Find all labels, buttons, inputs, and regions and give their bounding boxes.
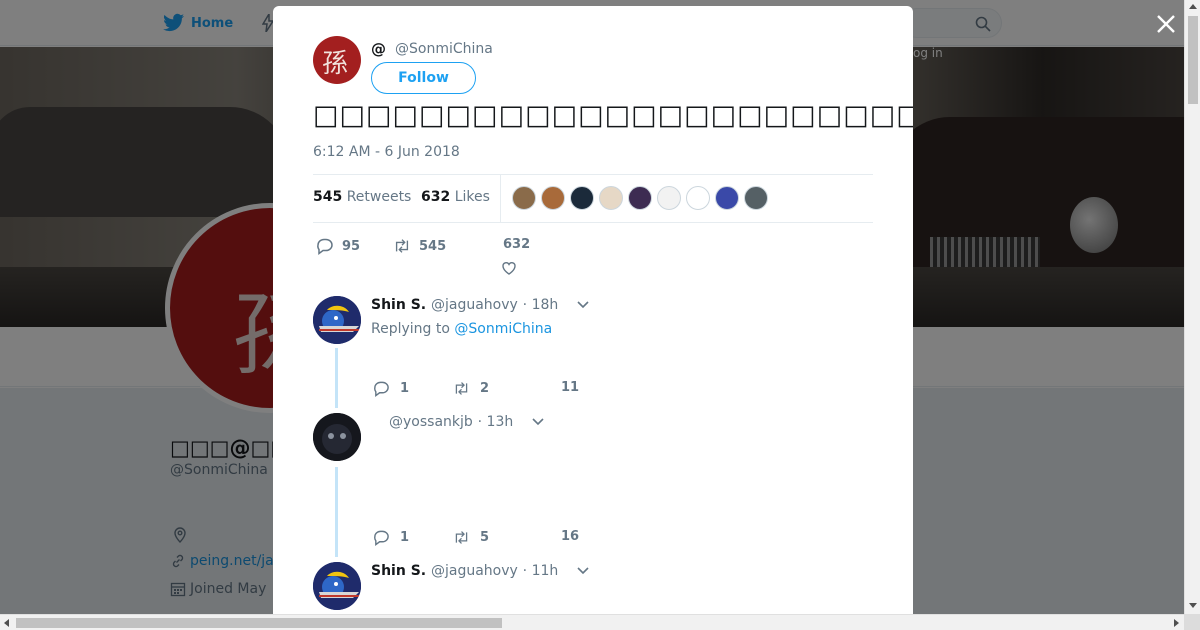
reply-reply-count: 1: [400, 381, 410, 396]
chevron-down-icon[interactable]: [532, 418, 544, 426]
retweets-stat[interactable]: 545 Retweets: [313, 189, 411, 205]
reply-author-handle[interactable]: @jaguahovy: [431, 563, 518, 579]
like-count: 632: [503, 237, 531, 252]
reply-like-count: 16: [561, 529, 580, 544]
tweet-text: □□□□□□□□□□□□□□□□□□□□□□□□□□□□□□□□□□□□□□□□…: [313, 100, 913, 131]
retweet-icon: [395, 239, 409, 253]
reply-icon: [317, 238, 333, 255]
retweet-count: 545: [419, 238, 447, 254]
tweet-stats: 545 Retweets 632 Likes: [313, 174, 873, 223]
reply-retweet-count: 2: [480, 381, 490, 396]
reply-reply-count: 1: [400, 530, 410, 545]
reply-tweet[interactable]: Shin S. @jaguahovy · 11h: [313, 562, 873, 618]
reply-author-handle[interactable]: @jaguahovy: [431, 297, 518, 313]
reply-author-name[interactable]: Shin S.: [371, 563, 426, 579]
reply-like-action[interactable]: 16: [561, 529, 579, 544]
reply-author-handle[interactable]: @yossankjb: [389, 414, 473, 430]
heart-icon[interactable]: [501, 260, 517, 276]
vertical-scrollbar[interactable]: [1184, 0, 1200, 614]
close-icon[interactable]: [1154, 12, 1178, 36]
reply-avatar[interactable]: [313, 562, 361, 610]
reply-avatar[interactable]: [313, 296, 361, 344]
follow-button[interactable]: Follow: [371, 62, 476, 94]
tweet-author-name[interactable]: @: [371, 40, 386, 58]
liker-avatar[interactable]: [570, 186, 594, 210]
retweets-stat-count: 545: [313, 189, 343, 205]
horizontal-scroll-thumb[interactable]: [16, 618, 502, 628]
likes-stat-count: 632: [421, 189, 451, 205]
reply-tweet[interactable]: @yossankjb · 13h 1 5 16: [313, 413, 873, 557]
chevron-down-icon[interactable]: [577, 301, 589, 309]
retweet-icon: [455, 531, 468, 544]
reply-time[interactable]: · 11h: [523, 563, 559, 579]
reply-header: Shin S. @jaguahovy · 18h: [371, 297, 589, 313]
reply-author-name[interactable]: Shin S.: [371, 297, 426, 313]
blue-bird-avatar-icon: [313, 562, 361, 610]
reply-retweet-count: 5: [480, 530, 490, 545]
reply-count: 95: [342, 238, 361, 254]
liker-avatar[interactable]: [715, 186, 739, 210]
thread-line: [335, 348, 338, 408]
chevron-down-icon[interactable]: [577, 567, 589, 575]
liker-avatar[interactable]: [744, 186, 768, 210]
likes-stat-label: Likes: [454, 189, 490, 205]
liker-avatar[interactable]: [599, 186, 623, 210]
reply-avatar[interactable]: [313, 413, 361, 461]
black-cat-avatar-icon: [313, 413, 361, 461]
vertical-scroll-thumb[interactable]: [1188, 16, 1198, 104]
reply-icon: [374, 381, 389, 397]
scrollbar-corner: [1184, 614, 1200, 630]
tweet-author-avatar-glyph: 孫: [322, 49, 349, 79]
reply-header: @yossankjb · 13h: [371, 414, 544, 430]
reply-time[interactable]: · 18h: [523, 297, 559, 313]
tweet-author-handle[interactable]: @SonmiChina: [395, 41, 493, 57]
replying-to-link[interactable]: @SonmiChina: [454, 321, 552, 337]
liker-avatar[interactable]: [628, 186, 652, 210]
reply-like-count: 11: [561, 380, 580, 395]
retweets-stat-label: Retweets: [346, 189, 412, 205]
retweet-action[interactable]: 545: [393, 237, 446, 255]
reply-reply-action[interactable]: 1: [373, 380, 409, 397]
thread-line: [335, 467, 338, 557]
tweet-actions: 95 545 632: [313, 232, 873, 282]
reply-action[interactable]: 95: [316, 237, 360, 255]
reply-retweet-action[interactable]: 2: [453, 380, 489, 397]
tweet-author-avatar[interactable]: 孫: [313, 36, 361, 84]
reply-like-action[interactable]: 11: [561, 380, 579, 395]
tweet-timestamp[interactable]: 6:12 AM - 6 Jun 2018: [313, 144, 460, 160]
tweet-modal: 孫 @ @SonmiChina Follow □□□□□□□□□□□□□□□□□…: [273, 6, 913, 618]
liker-avatars: [512, 186, 768, 210]
liker-avatar[interactable]: [512, 186, 536, 210]
reply-icon: [374, 530, 389, 546]
reply-time[interactable]: · 13h: [478, 414, 514, 430]
scroll-right-arrow-icon[interactable]: [1174, 619, 1179, 627]
liker-avatar[interactable]: [657, 186, 681, 210]
scroll-down-arrow-icon[interactable]: [1189, 603, 1197, 608]
liker-avatar[interactable]: [686, 186, 710, 210]
reply-reply-action[interactable]: 1: [373, 529, 409, 546]
scroll-up-arrow-icon[interactable]: [1189, 4, 1197, 9]
reply-actions: 1 5 16: [371, 529, 671, 549]
scroll-left-arrow-icon[interactable]: [4, 619, 9, 627]
reply-header: Shin S. @jaguahovy · 11h: [371, 563, 589, 579]
reply-tweet[interactable]: Shin S. @jaguahovy · 18h Replying to @So…: [313, 296, 873, 408]
stats-divider: [500, 175, 501, 222]
like-action[interactable]: 632: [503, 237, 530, 252]
reply-retweet-action[interactable]: 5: [453, 529, 489, 546]
blue-bird-avatar-icon: [313, 296, 361, 344]
replying-to: Replying to @SonmiChina: [371, 321, 552, 337]
likes-stat[interactable]: 632 Likes: [421, 189, 490, 205]
retweet-icon: [455, 382, 468, 395]
liker-avatar[interactable]: [541, 186, 565, 210]
horizontal-scrollbar[interactable]: [0, 614, 1184, 630]
reply-actions: 1 2 11: [371, 380, 671, 400]
replying-to-prefix: Replying to: [371, 321, 450, 337]
